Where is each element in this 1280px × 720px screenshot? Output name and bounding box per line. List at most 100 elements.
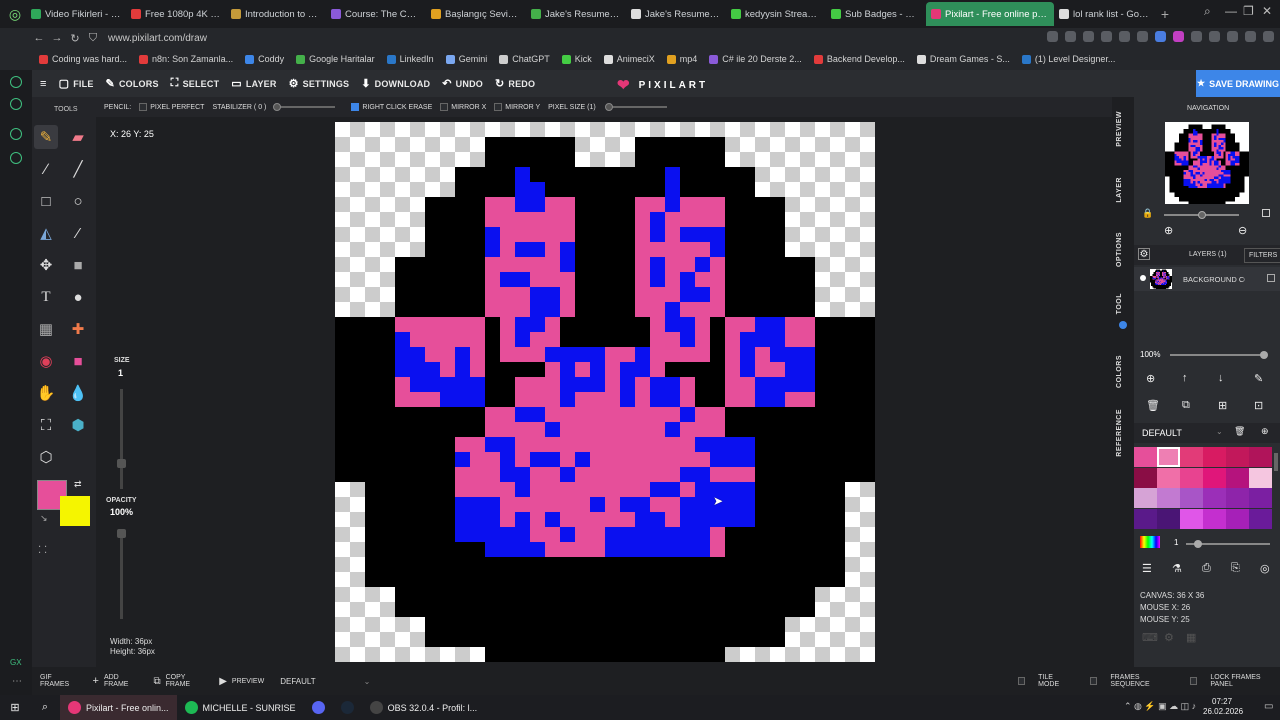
- move-tool-icon[interactable]: ✥: [34, 253, 58, 277]
- close-icon[interactable]: ✕: [1262, 4, 1272, 18]
- palette-swatch[interactable]: [1249, 447, 1272, 467]
- extension-icon[interactable]: [1101, 31, 1112, 42]
- brush-tool-icon[interactable]: ∕: [34, 157, 58, 181]
- palette-import-icon[interactable]: ⎙: [1202, 562, 1211, 575]
- palette-select[interactable]: DEFAULT: [1142, 428, 1182, 438]
- palette-swatch[interactable]: [1226, 467, 1249, 488]
- reload-icon[interactable]: ↻: [66, 32, 84, 45]
- browser-logo-icon[interactable]: ◎: [4, 3, 26, 25]
- menu-select[interactable]: ⛶ SELECT: [165, 77, 226, 90]
- stabilizer-slider[interactable]: [273, 103, 336, 111]
- pixel-size-slider[interactable]: [604, 103, 667, 111]
- palette-swatch[interactable]: [1226, 447, 1249, 467]
- bookmark-item[interactable]: Gemini: [441, 54, 493, 64]
- add-layer-icon[interactable]: ⊕: [1146, 372, 1155, 385]
- browser-tab[interactable]: Introduction to We: [226, 2, 326, 26]
- ellipse-tool-icon[interactable]: ○: [66, 189, 90, 213]
- right-click-erase-checkbox[interactable]: [351, 103, 360, 111]
- merge-layer-icon[interactable]: ⊞: [1218, 399, 1227, 412]
- palette-swatch[interactable]: [1180, 488, 1203, 508]
- pixel-perfect-checkbox[interactable]: [139, 103, 148, 111]
- browser-tab[interactable]: Pixilart - Free online pixel: [926, 2, 1054, 26]
- palette-swatch[interactable]: [1203, 508, 1226, 529]
- grid-icon[interactable]: ▦: [1186, 631, 1196, 644]
- palette-swatch[interactable]: [1249, 467, 1272, 488]
- extension-icon[interactable]: [1083, 31, 1094, 42]
- maximize-icon[interactable]: ❐: [1243, 4, 1254, 18]
- palette-swatch[interactable]: [1249, 488, 1272, 508]
- bookmark-item[interactable]: ChatGPT: [494, 54, 555, 64]
- palette-swatch[interactable]: [1226, 488, 1249, 508]
- palette-swatch[interactable]: [1134, 508, 1157, 529]
- palette-settings-icon[interactable]: ◎: [1260, 562, 1270, 575]
- extension-icon[interactable]: [1137, 31, 1148, 42]
- layer-visibility-icon[interactable]: [1140, 275, 1146, 281]
- sidebar-icon[interactable]: [10, 98, 22, 110]
- palette-swap-tool-icon[interactable]: ■: [66, 349, 90, 373]
- browser-tab[interactable]: Course: The Comp: [326, 2, 426, 26]
- bookmark-item[interactable]: n8n: Son Zamanla...: [134, 54, 238, 64]
- hand-tool-icon[interactable]: ✋: [34, 381, 58, 405]
- windows-start-icon[interactable]: ⊞: [0, 695, 30, 720]
- bookmark-item[interactable]: Backend Develop...: [809, 54, 910, 64]
- sidebar-icon[interactable]: [10, 128, 22, 140]
- shade-tool-icon[interactable]: ●: [66, 285, 90, 309]
- frames-sequence-checkbox[interactable]: [1090, 677, 1098, 685]
- navigation-preview[interactable]: [1165, 122, 1249, 204]
- rectangle-tool-icon[interactable]: □: [34, 189, 58, 213]
- clock-time[interactable]: 07:27: [1212, 697, 1232, 706]
- swap-colors-icon[interactable]: ⇄: [74, 479, 82, 490]
- right-tab-reference[interactable]: REFERENCE: [1116, 409, 1123, 457]
- bookmark-item[interactable]: Coding was hard...: [34, 54, 132, 64]
- layer-opacity-slider[interactable]: [1170, 351, 1268, 359]
- bookmark-item[interactable]: Google Haritalar: [291, 54, 380, 64]
- mirror-x-checkbox[interactable]: [440, 103, 449, 111]
- menu-file[interactable]: ▢ FILE: [53, 77, 100, 90]
- back-icon[interactable]: ←: [30, 32, 48, 44]
- pencil-tool-icon[interactable]: ✎: [34, 125, 58, 149]
- right-tab-tool[interactable]: TOOL: [1116, 293, 1123, 314]
- copy-frame-button[interactable]: ⧉ COPY FRAME: [145, 674, 211, 688]
- palette-swatch[interactable]: [1180, 467, 1203, 488]
- 3d-tool-icon[interactable]: ⬡: [34, 445, 58, 469]
- color-replace-tool-icon[interactable]: ◉: [34, 349, 58, 373]
- right-tab-colors[interactable]: COLORS: [1116, 355, 1123, 388]
- layer-options-icon[interactable]: ⊡: [1254, 399, 1263, 412]
- palette-swatch[interactable]: [1134, 467, 1157, 488]
- palette-swatch[interactable]: [1180, 447, 1203, 467]
- menu-redo[interactable]: ↻ REDO: [489, 77, 541, 90]
- new-tab-button[interactable]: +: [1154, 6, 1176, 22]
- right-tab-preview[interactable]: PREVIEW: [1116, 111, 1123, 147]
- delete-layer-icon[interactable]: 🗑: [1146, 399, 1160, 412]
- dither-fill-tool-icon[interactable]: ⬢: [66, 413, 90, 437]
- zoom-slider[interactable]: [1164, 211, 1239, 219]
- text-tool-icon[interactable]: T: [34, 285, 58, 309]
- zoom-out-icon[interactable]: ⊖: [1238, 224, 1247, 237]
- site-info-icon[interactable]: ⛉: [84, 32, 102, 45]
- system-tray-icons[interactable]: ⌃ ◍ ⚡ ▣ ☁ ◫ ♪: [1124, 701, 1196, 712]
- palette-swatch[interactable]: [1157, 467, 1180, 488]
- extension-icon[interactable]: [1065, 31, 1076, 42]
- bookmark-item[interactable]: LinkedIn: [382, 54, 439, 64]
- bookmark-item[interactable]: Kick: [557, 54, 597, 64]
- more-icon[interactable]: ⋯: [12, 676, 22, 687]
- url-field[interactable]: www.pixilart.com/draw: [108, 33, 207, 44]
- duplicate-layer-icon[interactable]: ⧉: [1182, 399, 1190, 412]
- palette-scrollbar[interactable]: [1274, 453, 1278, 471]
- sidebar-icon[interactable]: [10, 76, 22, 88]
- browser-tab[interactable]: Jake's Resume - G: [626, 2, 726, 26]
- color-picker-icon[interactable]: [1140, 536, 1160, 548]
- lock-frames-checkbox[interactable]: [1190, 677, 1198, 685]
- palette-swatch[interactable]: [1157, 488, 1180, 508]
- extension-icon[interactable]: [1173, 31, 1184, 42]
- frames-default-select[interactable]: DEFAULT: [272, 677, 323, 686]
- menu-settings[interactable]: ⚙ SETTINGS: [283, 77, 356, 90]
- add-palette-icon[interactable]: ⊕: [1261, 426, 1269, 437]
- menu-icon[interactable]: [1263, 31, 1274, 42]
- layer-row[interactable]: BACKGROUND CO: [1134, 267, 1280, 291]
- extension-icon[interactable]: [1227, 31, 1238, 42]
- blur-tool-icon[interactable]: 💧: [66, 381, 90, 405]
- mirror-y-checkbox[interactable]: [494, 103, 503, 111]
- chevron-down-icon[interactable]: ⌄: [364, 677, 371, 686]
- add-frame-button[interactable]: + ADD FRAME: [85, 674, 146, 688]
